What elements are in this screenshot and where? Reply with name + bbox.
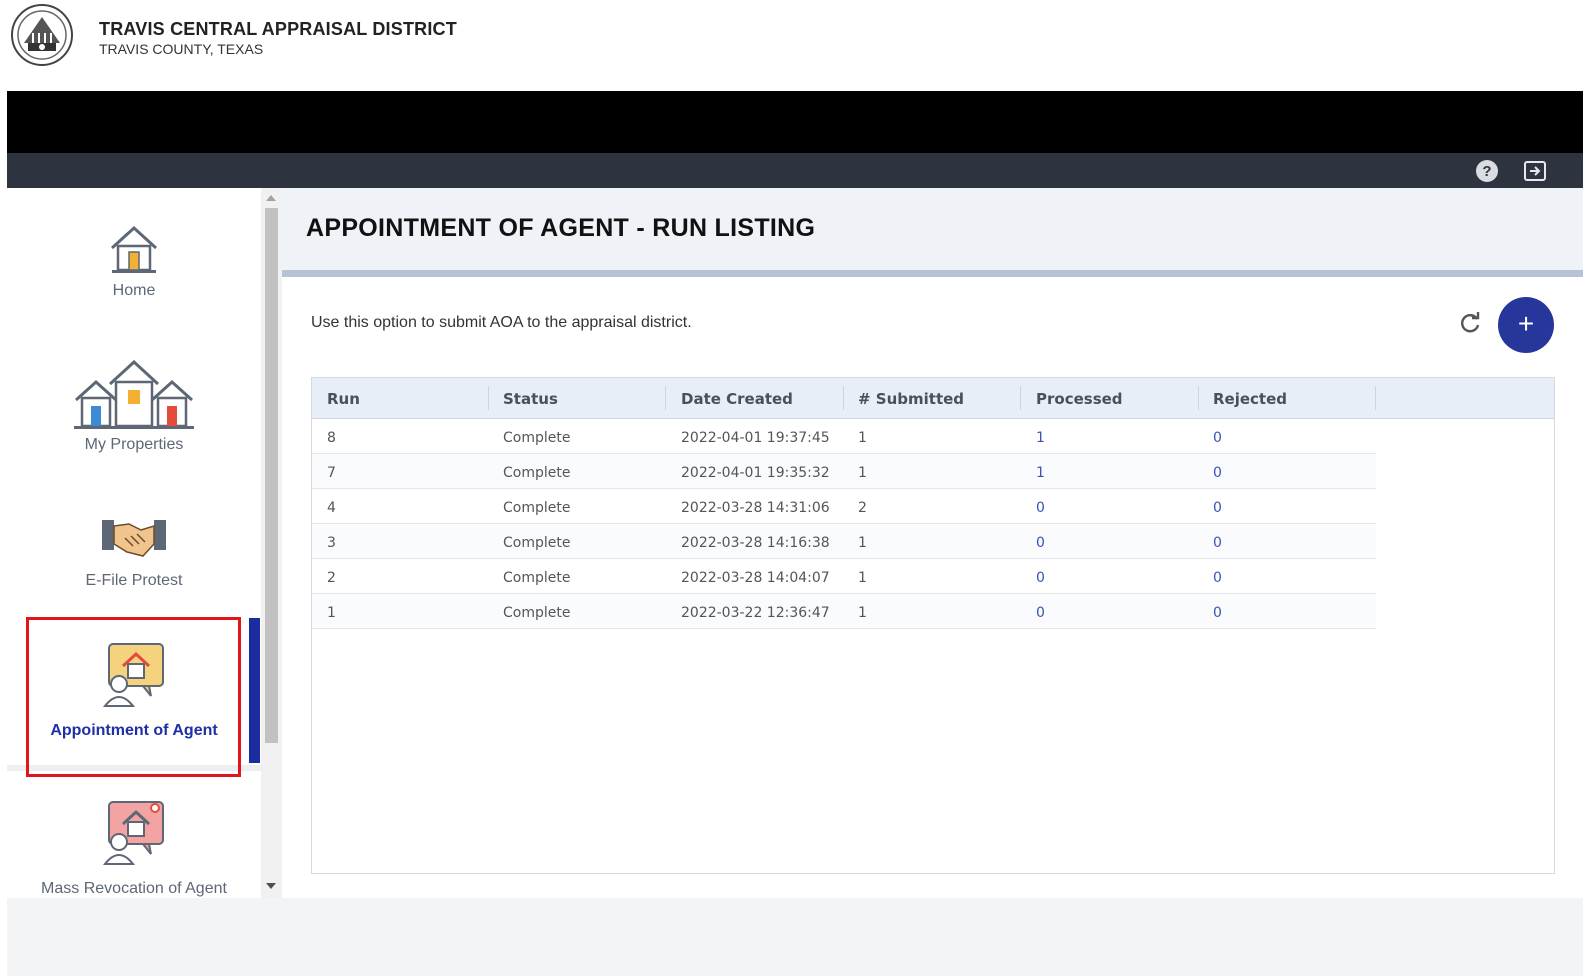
cell-date-created: 2022-03-28 14:04:07 <box>681 570 830 586</box>
cell-date-created: 2022-04-01 19:37:45 <box>681 430 830 446</box>
top-banner <box>7 91 1583 153</box>
table-row[interactable]: 8 Complete 2022-04-01 19:37:45 1 1 0 <box>312 419 1376 454</box>
sidebar-item-label: E-File Protest <box>85 572 183 589</box>
revocation-icon <box>103 801 164 865</box>
sidebar-item-mass-revocation[interactable]: Mass Revocation of Agent <box>7 800 261 898</box>
table-header: Run Status Date Created # Submitted Proc… <box>312 378 1554 419</box>
run-listing-table: Run Status Date Created # Submitted Proc… <box>311 377 1555 874</box>
sidebar-nav: Home My Properties E-File Protest Appoin… <box>7 188 261 898</box>
sidebar-item-efile-protest[interactable]: E-File Protest <box>7 516 261 590</box>
cell-date-created: 2022-03-28 14:16:38 <box>681 535 830 551</box>
cell-date-created: 2022-03-28 14:31:06 <box>681 500 830 516</box>
cell-processed[interactable]: 0 <box>1036 489 1045 523</box>
app-header: TRAVIS CENTRAL APPRAISAL DISTRICT TRAVIS… <box>0 0 1583 91</box>
table-row[interactable]: 7 Complete 2022-04-01 19:35:32 1 1 0 <box>312 454 1376 489</box>
column-separator <box>1020 386 1021 410</box>
add-run-button[interactable]: + <box>1498 297 1554 353</box>
column-header-run[interactable]: Run <box>327 378 360 418</box>
sidebar-item-home[interactable]: Home <box>7 224 261 300</box>
sidebar-item-my-properties[interactable]: My Properties <box>7 360 261 454</box>
sidebar-item-label: Home <box>112 282 156 299</box>
cell-processed[interactable]: 0 <box>1036 594 1045 628</box>
highlight-box <box>26 617 241 777</box>
cell-run: 8 <box>327 430 336 446</box>
cell-submitted: 1 <box>858 430 867 446</box>
column-header-processed[interactable]: Processed <box>1036 378 1123 418</box>
logout-icon[interactable] <box>1522 158 1548 184</box>
scroll-down-icon[interactable] <box>266 883 276 889</box>
cell-rejected[interactable]: 0 <box>1213 594 1222 628</box>
scrollbar-thumb[interactable] <box>265 208 278 743</box>
cell-status: Complete <box>503 430 571 446</box>
cell-rejected[interactable]: 0 <box>1213 559 1222 593</box>
cell-submitted: 1 <box>858 465 867 481</box>
cell-rejected[interactable]: 0 <box>1213 489 1222 523</box>
cell-processed[interactable]: 1 <box>1036 419 1045 453</box>
district-name: TRAVIS CENTRAL APPRAISAL DISTRICT <box>99 19 457 39</box>
cell-processed[interactable]: 0 <box>1036 559 1045 593</box>
sidebar-item-label: My Properties <box>84 436 184 453</box>
refresh-icon[interactable] <box>1456 310 1484 338</box>
column-separator <box>843 386 844 410</box>
column-header-status[interactable]: Status <box>503 378 558 418</box>
cell-run: 7 <box>327 465 336 481</box>
column-header-rejected[interactable]: Rejected <box>1213 378 1287 418</box>
column-separator <box>488 386 489 410</box>
sidebar-item-label: Mass Revocation of Agent <box>41 880 227 897</box>
sidebar-scrollbar[interactable] <box>261 188 282 898</box>
cell-submitted: 1 <box>858 605 867 621</box>
cell-run: 3 <box>327 535 336 551</box>
column-header-date-created[interactable]: Date Created <box>681 378 793 418</box>
title-divider <box>282 270 1583 277</box>
column-header-submitted[interactable]: # Submitted <box>858 378 964 418</box>
cell-status: Complete <box>503 570 571 586</box>
cell-date-created: 2022-03-22 12:36:47 <box>681 605 830 621</box>
properties-icon <box>74 360 194 429</box>
help-icon[interactable]: ? <box>1475 159 1499 183</box>
cell-processed[interactable]: 1 <box>1036 454 1045 488</box>
district-seal-icon <box>11 4 73 66</box>
page-title: APPOINTMENT OF AGENT - RUN LISTING <box>306 214 816 242</box>
cell-status: Complete <box>503 465 571 481</box>
handshake-icon <box>102 520 166 557</box>
cell-run: 2 <box>327 570 336 586</box>
page-description: Use this option to submit AOA to the app… <box>311 314 692 331</box>
cell-rejected[interactable]: 0 <box>1213 524 1222 558</box>
table-row[interactable]: 2 Complete 2022-03-28 14:04:07 1 0 0 <box>312 559 1376 594</box>
cell-rejected[interactable]: 0 <box>1213 454 1222 488</box>
table-row[interactable]: 1 Complete 2022-03-22 12:36:47 1 0 0 <box>312 594 1376 629</box>
cell-submitted: 1 <box>858 570 867 586</box>
svg-text:?: ? <box>1482 163 1491 180</box>
page-footer <box>7 898 1583 976</box>
home-icon <box>110 225 158 273</box>
cell-rejected[interactable]: 0 <box>1213 419 1222 453</box>
cell-date-created: 2022-04-01 19:35:32 <box>681 465 830 481</box>
column-separator <box>1198 386 1199 410</box>
cell-submitted: 1 <box>858 535 867 551</box>
district-county: TRAVIS COUNTY, TEXAS <box>99 41 264 57</box>
table-row[interactable]: 4 Complete 2022-03-28 14:31:06 2 0 0 <box>312 489 1376 524</box>
page-title-band: APPOINTMENT OF AGENT - RUN LISTING <box>282 188 1583 270</box>
column-separator <box>1375 386 1376 410</box>
cell-run: 1 <box>327 605 336 621</box>
cell-processed[interactable]: 0 <box>1036 524 1045 558</box>
cell-status: Complete <box>503 535 571 551</box>
active-item-indicator <box>249 618 260 763</box>
table-row[interactable]: 3 Complete 2022-03-28 14:16:38 1 0 0 <box>312 524 1376 559</box>
cell-submitted: 2 <box>858 500 867 516</box>
top-toolbar: ? <box>7 153 1583 188</box>
column-separator <box>665 386 666 410</box>
cell-run: 4 <box>327 500 336 516</box>
cell-status: Complete <box>503 500 571 516</box>
cell-status: Complete <box>503 605 571 621</box>
scroll-up-icon[interactable] <box>266 195 276 201</box>
